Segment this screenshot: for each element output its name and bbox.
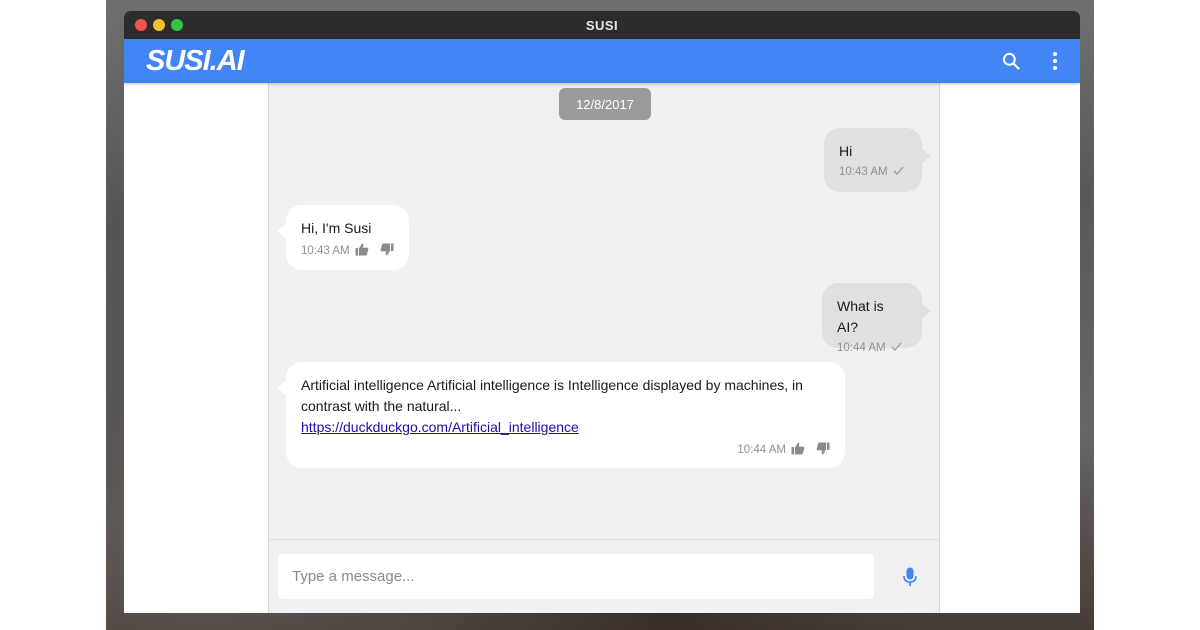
received-message: Artificial intelligence Artificial intel… — [277, 362, 845, 468]
search-icon[interactable] — [998, 48, 1024, 74]
check-icon — [893, 166, 904, 178]
title-bar: SUSI — [124, 11, 1080, 39]
thumbs-up-icon[interactable] — [355, 243, 369, 259]
window-title: SUSI — [585, 17, 619, 33]
message-text: What is AI? — [837, 298, 884, 335]
thumbs-down-icon[interactable] — [816, 442, 830, 458]
message-time: 10:44 AM — [737, 444, 786, 456]
chat-panel: 12/8/2017 Hi 10:43 AM Hi, I'm Susi 10:43… — [268, 83, 940, 613]
message-time: 10:44 AM — [837, 342, 886, 354]
susi-logo[interactable]: SUSI.AI — [146, 46, 245, 76]
message-composer — [269, 539, 939, 613]
message-meta: 10:43 AM — [839, 166, 907, 178]
header-actions — [998, 48, 1068, 74]
app-header: SUSI.AI — [124, 39, 1080, 83]
message-text: Hi, I'm Susi — [301, 220, 372, 236]
message-input[interactable] — [278, 554, 874, 599]
message-meta: 10:43 AM — [301, 243, 394, 259]
received-message: Hi, I'm Susi 10:43 AM — [277, 205, 409, 270]
message-text: Hi — [839, 143, 853, 159]
message-meta: 10:44 AM — [837, 342, 907, 354]
thumbs-up-icon[interactable] — [791, 442, 805, 458]
app-window: SUSI SUSI.AI 12/8/2017 Hi 10:43 AM Hi, I… — [124, 11, 1080, 613]
main-area: 12/8/2017 Hi 10:43 AM Hi, I'm Susi 10:43… — [124, 83, 1080, 613]
check-icon — [891, 342, 902, 354]
date-chip: 12/8/2017 — [559, 88, 651, 120]
message-time: 10:43 AM — [301, 245, 350, 257]
more-vert-icon[interactable] — [1042, 48, 1068, 74]
mic-icon[interactable] — [899, 565, 921, 589]
message-link[interactable]: https://duckduckgo.com/Artificial_intell… — [301, 419, 579, 435]
message-meta: 10:44 AM — [301, 442, 830, 458]
message-time: 10:43 AM — [839, 166, 888, 178]
message-text: Artificial intelligence Artificial intel… — [301, 377, 803, 414]
sent-message: What is AI? 10:44 AM — [822, 283, 931, 354]
thumbs-down-icon[interactable] — [380, 243, 394, 259]
sent-message: Hi 10:43 AM — [824, 128, 931, 192]
